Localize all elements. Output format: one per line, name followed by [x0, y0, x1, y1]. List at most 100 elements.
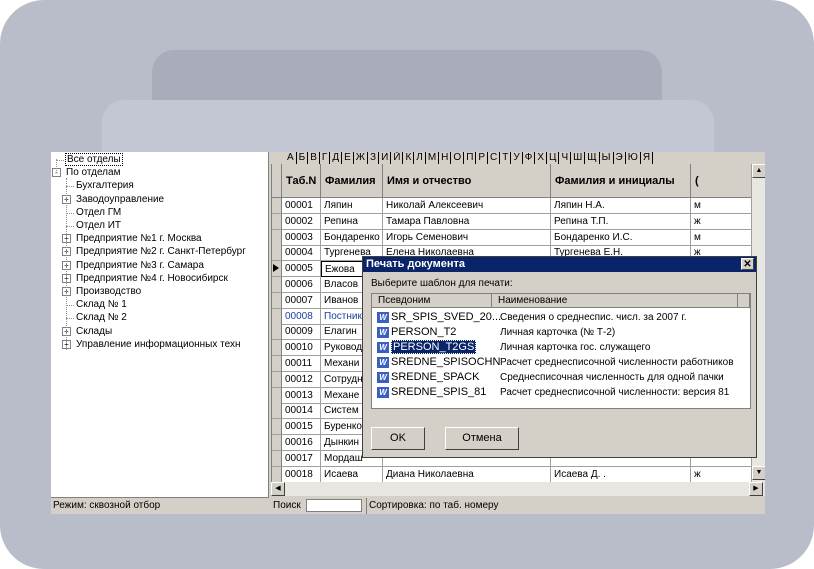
tree-item[interactable]: Склад № 2: [75, 311, 128, 324]
grid-cell[interactable]: 00004: [282, 245, 321, 262]
grid-cell[interactable]: Исаева Д. .: [551, 466, 691, 482]
close-icon[interactable]: ✕: [741, 258, 754, 270]
grid-cell[interactable]: Тамара Павловна: [383, 213, 551, 230]
alphabet-letter[interactable]: Х: [535, 152, 548, 164]
grid-cell[interactable]: 00018: [282, 466, 321, 482]
alphabet-letter[interactable]: Я: [641, 152, 654, 164]
row-indicator[interactable]: [272, 466, 282, 482]
alphabet-letter[interactable]: Б: [297, 152, 309, 164]
row-indicator[interactable]: [272, 419, 282, 436]
row-indicator[interactable]: [272, 213, 282, 230]
row-indicator[interactable]: [272, 245, 282, 262]
alphabet-letter[interactable]: Й: [391, 152, 404, 164]
alphabet-letter[interactable]: Г: [320, 152, 331, 164]
alphabet-letter[interactable]: Ю: [626, 152, 641, 164]
grid-cell[interactable]: 00013: [282, 387, 321, 404]
search-input[interactable]: [306, 499, 362, 512]
tree-item[interactable]: Предприятие №2 г. Санкт-Петербург: [75, 245, 247, 258]
scroll-left-icon[interactable]: ◀: [271, 482, 285, 496]
alphabet-letter[interactable]: С: [488, 152, 501, 164]
grid-column-header[interactable]: Фамилия: [321, 164, 383, 198]
template-list-item[interactable]: W SREDNE_SPACK Среднесписочная численность…: [372, 370, 750, 385]
tree-item[interactable]: Бухгалтерия: [75, 179, 135, 192]
grid-cell[interactable]: 00015: [282, 419, 321, 436]
tree-item[interactable]: Управление информационных техн: [75, 338, 241, 351]
grid-column-header[interactable]: (: [691, 164, 751, 198]
tree-item[interactable]: Предприятие №1 г. Москва: [75, 232, 203, 245]
template-list-item[interactable]: W SREDNE_SPISOCHN Расчет среднесписочной ч…: [372, 355, 750, 370]
alphabet-letter[interactable]: У: [511, 152, 523, 164]
grid-cell[interactable]: м: [691, 198, 751, 214]
tree-item[interactable]: Заводоуправление: [75, 193, 165, 206]
grid-cell[interactable]: 00012: [282, 371, 321, 388]
grid-cell[interactable]: Репина: [321, 213, 383, 230]
alphabet-letter[interactable]: Ф: [523, 152, 536, 164]
tree-item[interactable]: Отдел ИТ: [75, 219, 122, 232]
grid-cell[interactable]: 00001: [282, 198, 321, 214]
alphabet-letter[interactable]: Ч: [559, 152, 572, 164]
template-list-item[interactable]: W SR_SPIS_SVED_20... Сведения о среднеспис…: [372, 310, 750, 325]
row-indicator[interactable]: [272, 387, 282, 404]
grid-cell[interactable]: м: [691, 230, 751, 246]
template-list-item[interactable]: W SREDNE_SPIS_81 Расчет среднесписочной чи…: [372, 385, 750, 400]
row-indicator[interactable]: [272, 340, 282, 357]
grid-cell[interactable]: Ляпин: [321, 198, 383, 214]
alphabet-letter[interactable]: Ы: [600, 152, 614, 164]
grid-horizontal-scrollbar[interactable]: ◀ ▶: [271, 482, 765, 496]
grid-cell[interactable]: 00010: [282, 340, 321, 357]
grid-cell[interactable]: 00007: [282, 292, 321, 309]
cancel-button[interactable]: Отмена: [445, 427, 519, 450]
alphabet-letter[interactable]: Е: [342, 152, 354, 164]
tree-item[interactable]: Отдел ГМ: [75, 206, 122, 219]
row-indicator[interactable]: [272, 277, 282, 293]
row-indicator[interactable]: [272, 403, 282, 420]
alphabet-letter[interactable]: М: [426, 152, 440, 164]
alphabet-letter[interactable]: И: [379, 152, 392, 164]
template-list-item[interactable]: W PERSON_T2GS Личная карточка гос. служаще…: [372, 340, 750, 355]
grid-cell[interactable]: 00017: [282, 450, 321, 467]
row-indicator[interactable]: [272, 435, 282, 451]
grid-cell[interactable]: Николай Алексеевич: [383, 198, 551, 214]
grid-cell[interactable]: Бондаренко: [321, 229, 383, 246]
row-indicator[interactable]: [272, 371, 282, 388]
alphabet-letter[interactable]: В: [308, 152, 320, 164]
alphabet-letter[interactable]: О: [451, 152, 465, 164]
alphabet-letter[interactable]: А: [285, 152, 297, 164]
tree-item[interactable]: По отделам: [65, 166, 121, 179]
row-indicator[interactable]: [272, 292, 282, 309]
row-indicator[interactable]: [272, 198, 282, 214]
grid-cell[interactable]: Бондаренко И.С.: [551, 229, 691, 246]
tree-item[interactable]: Все отделы: [65, 153, 123, 166]
alphabet-letter[interactable]: К: [403, 152, 415, 164]
grid-cell[interactable]: 00002: [282, 213, 321, 230]
grid-column-header[interactable]: Фамилия и инициалы: [551, 164, 691, 198]
template-list[interactable]: Псевдоним Наименование W SR_SPIS_SVED_20.…: [371, 293, 751, 409]
scroll-up-icon[interactable]: ▲: [752, 164, 765, 178]
grid-cell[interactable]: ж: [691, 467, 751, 482]
row-indicator[interactable]: [272, 324, 282, 341]
row-indicator[interactable]: [272, 229, 282, 246]
tree-item[interactable]: Производство: [75, 285, 142, 298]
scroll-down-icon[interactable]: ▼: [752, 466, 765, 480]
grid-cell[interactable]: 00006: [282, 277, 321, 293]
grid-cell[interactable]: 00009: [282, 324, 321, 341]
grid-cell[interactable]: Ляпин Н.А.: [551, 198, 691, 214]
grid-cell[interactable]: Игорь Семенович: [383, 229, 551, 246]
grid-cell[interactable]: Исаева: [321, 466, 383, 482]
tree-item[interactable]: Предприятие №4 г. Новосибирск: [75, 272, 229, 285]
alphabet-letter[interactable]: Д: [330, 152, 343, 164]
alphabet-letter[interactable]: Л: [414, 152, 426, 164]
grid-cell[interactable]: 00011: [282, 356, 321, 372]
template-list-item[interactable]: W PERSON_T2 Личная карточка (№ Т-2): [372, 325, 750, 340]
grid-cell[interactable]: ж: [691, 214, 751, 230]
grid-cell[interactable]: 00003: [282, 229, 321, 246]
grid-cell[interactable]: Диана Николаевна: [383, 466, 551, 482]
row-indicator[interactable]: [272, 261, 282, 278]
tree-item[interactable]: Склад № 1: [75, 298, 128, 311]
alphabet-letter[interactable]: Э: [614, 152, 626, 164]
grid-cell[interactable]: 00016: [282, 435, 321, 451]
grid-cell[interactable]: Репина Т.П.: [551, 213, 691, 230]
ok-button[interactable]: OK: [371, 427, 425, 450]
row-indicator[interactable]: [272, 356, 282, 372]
grid-cell[interactable]: 00008: [282, 308, 321, 325]
